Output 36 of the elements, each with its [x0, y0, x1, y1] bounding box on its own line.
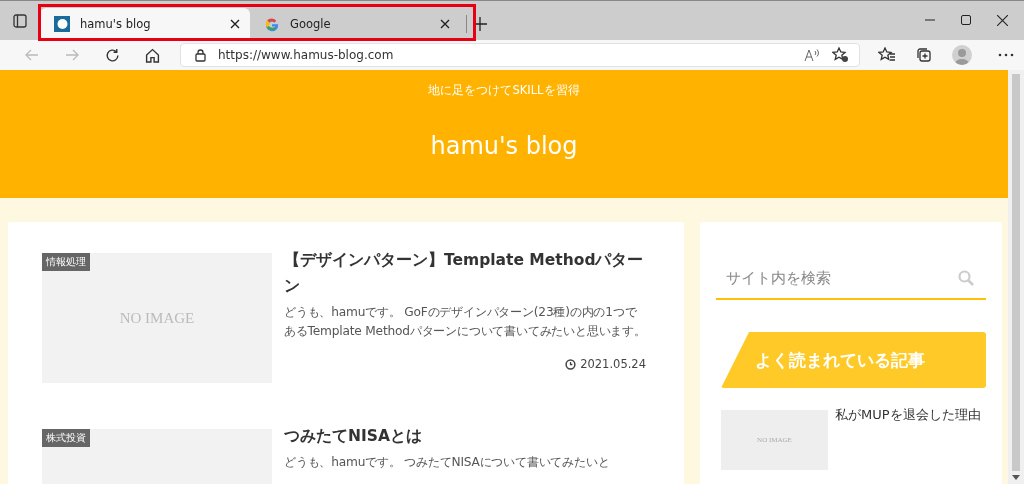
google-favicon-icon — [264, 16, 280, 32]
tab-actions-icon[interactable] — [13, 13, 27, 28]
popular-article-title[interactable]: 私がMUPを退会した理由 — [835, 404, 981, 470]
read-aloud-icon[interactable] — [804, 48, 820, 62]
tab-title: hamu's blog — [80, 17, 152, 31]
close-icon[interactable] — [230, 19, 240, 29]
article-excerpt: どうも、hamuです。 GoFのデザインパターン(23種)の内の1つであるTemplate Methodパターンについて書いてみたいと思います。 — [284, 304, 646, 340]
category-label[interactable]: 株式投資 — [42, 429, 90, 447]
scrollbar[interactable] — [1008, 70, 1024, 484]
category-label[interactable]: 情報処理 — [42, 253, 90, 271]
maximize-icon[interactable] — [961, 15, 971, 25]
more-icon[interactable] — [998, 53, 1014, 57]
profile-avatar[interactable] — [952, 45, 972, 65]
lock-icon — [195, 48, 206, 62]
address-bar[interactable]: https://www.hamus-blog.com — [180, 43, 860, 67]
close-icon[interactable] — [997, 15, 1008, 26]
popular-heading: よく読まれている記事 — [721, 332, 986, 388]
close-icon[interactable] — [440, 19, 450, 29]
tab-title: Google — [290, 17, 332, 31]
new-tab-icon[interactable] — [473, 16, 487, 31]
site-favicon-icon — [54, 16, 70, 32]
browser-tab[interactable]: Google — [250, 8, 460, 40]
site-tagline: 地に足をつけてSKILLを習得 — [428, 83, 580, 98]
collections-icon[interactable] — [916, 47, 932, 63]
refresh-icon[interactable] — [104, 47, 120, 63]
browser-tab[interactable]: hamu's blog — [40, 8, 250, 40]
home-icon[interactable] — [144, 47, 160, 63]
post-date: 2021.05.24 — [580, 357, 646, 371]
add-favorite-icon[interactable] — [832, 47, 849, 63]
scroll-down-icon[interactable] — [1012, 475, 1020, 480]
article-title[interactable]: 【デザインパターン】Template Methodパターン — [284, 247, 646, 299]
url-text: https://www.hamus-blog.com — [218, 48, 395, 62]
favorites-icon[interactable] — [878, 47, 896, 63]
article-excerpt: どうも、hamuです。 つみたてNISAについて書いてみたいと — [284, 454, 611, 471]
clock-icon — [565, 358, 577, 370]
article-title[interactable]: つみたてNISAとは — [284, 423, 646, 449]
